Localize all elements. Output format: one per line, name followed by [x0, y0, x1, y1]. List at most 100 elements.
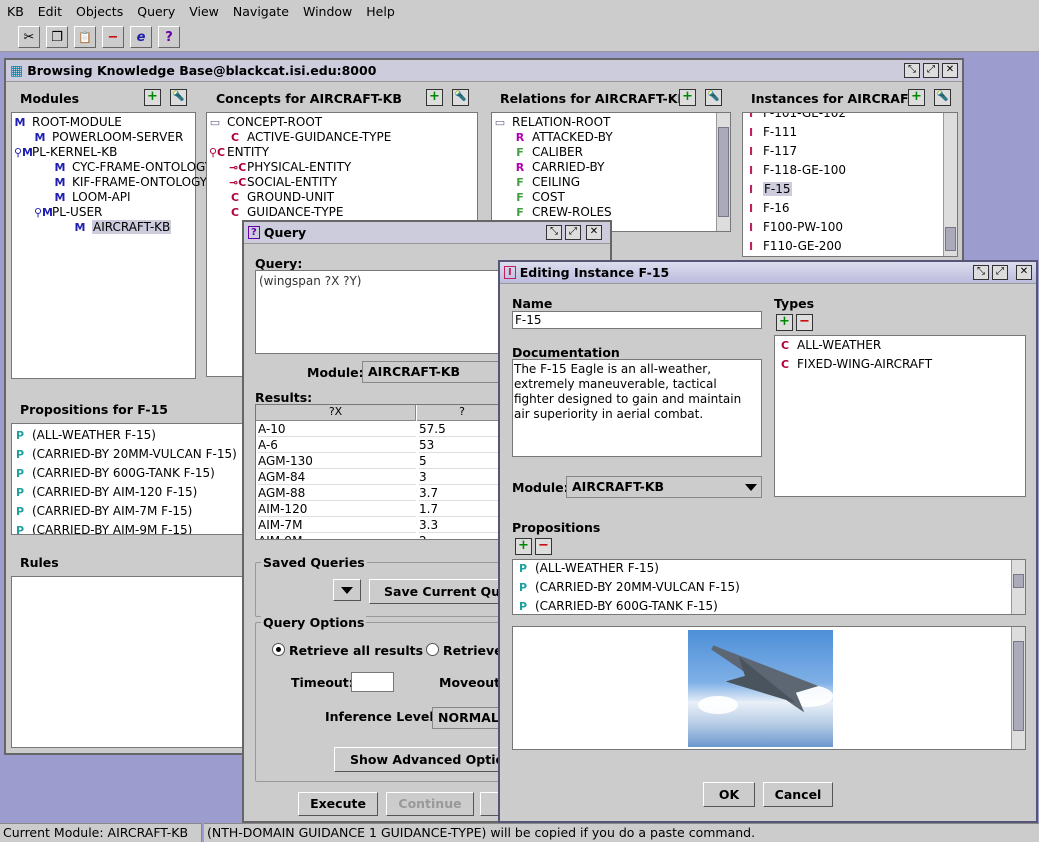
list-item[interactable]: P (CARRIED-BY 600G-TANK F-15) — [14, 466, 215, 481]
result-cell-y[interactable]: 5 — [419, 454, 504, 469]
list-item[interactable]: P (ALL-WEATHER F-15) — [517, 561, 659, 576]
list-item[interactable]: P (CARRIED-BY AIM-120 F-15) — [14, 485, 197, 500]
relations-add-icon[interactable]: + — [679, 89, 696, 106]
tree-item[interactable]: ⊸CPHYSICAL-ENTITY — [229, 160, 351, 175]
column-header[interactable]: ? — [417, 405, 504, 421]
menu-kb[interactable]: KB — [0, 4, 31, 19]
propositions-remove-icon[interactable]: − — [535, 538, 552, 555]
retrieve-all-radio[interactable] — [272, 643, 285, 656]
menu-window[interactable]: Window — [296, 4, 359, 19]
tree-item[interactable]: C GROUND-UNIT — [229, 190, 334, 205]
minimize-icon[interactable]: ⤡ — [546, 225, 562, 240]
query-module-select[interactable]: AIRCRAFT-KB — [362, 361, 507, 383]
list-item-selected[interactable]: I F-15 — [745, 182, 792, 197]
instances-search-icon[interactable]: 🔦 — [934, 89, 951, 106]
tree-item[interactable]: ▭ CONCEPT-ROOT — [209, 115, 322, 130]
tree-item[interactable]: F CALIBER — [514, 145, 583, 160]
list-item[interactable]: P (CARRIED-BY 20MM-VULCAN F-15) — [517, 580, 740, 595]
saved-queries-dropdown[interactable] — [333, 579, 361, 601]
retrieve-some-radio[interactable] — [426, 643, 439, 656]
concepts-add-icon[interactable]: + — [426, 89, 443, 106]
instances-add-icon[interactable]: + — [908, 89, 925, 106]
close-icon[interactable]: ✕ — [586, 225, 602, 240]
editor-propositions-scrollbar[interactable] — [1011, 560, 1025, 614]
result-cell-y[interactable]: 57.5 — [419, 422, 504, 437]
list-item[interactable]: P (CARRIED-BY AIM-9M F-15) — [14, 523, 192, 534]
menu-navigate[interactable]: Navigate — [226, 4, 296, 19]
tree-item[interactable]: M CYC-FRAME-ONTOLOGY — [54, 160, 213, 175]
documentation-textarea[interactable]: The F-15 Eagle is an all-weather, extrem… — [512, 359, 762, 457]
list-item[interactable]: I F110-GE-200 — [745, 239, 842, 254]
list-item[interactable]: I F100-PW-100 — [745, 220, 843, 235]
result-cell-x[interactable]: AGM-88 — [258, 486, 416, 501]
result-cell-y[interactable]: 2 — [419, 534, 504, 539]
result-cell-x[interactable]: AIM-120 — [258, 502, 416, 517]
name-input[interactable]: F-15 — [512, 311, 762, 329]
list-item[interactable]: P (CARRIED-BY 20MM-VULCAN F-15) — [14, 447, 237, 462]
tree-item[interactable]: R ATTACKED-BY — [514, 130, 613, 145]
minimize-icon[interactable]: ⤡ — [973, 265, 989, 280]
list-item[interactable]: C FIXED-WING-AIRCRAFT — [779, 357, 932, 372]
tree-item[interactable]: ▭ RELATION-ROOT — [494, 115, 611, 130]
tree-item[interactable]: M LOOM-API — [54, 190, 131, 205]
menu-edit[interactable]: Edit — [31, 4, 69, 19]
result-cell-x[interactable]: AIM-7M — [258, 518, 416, 533]
types-remove-icon[interactable]: − — [796, 314, 813, 331]
menu-help[interactable]: Help — [359, 4, 402, 19]
paste-icon[interactable]: 📋 — [74, 26, 96, 48]
propositions-add-icon[interactable]: + — [515, 538, 532, 555]
result-cell-x[interactable]: AGM-84 — [258, 470, 416, 485]
help-icon[interactable]: ? — [158, 26, 180, 48]
tree-item-selected[interactable]: M AIRCRAFT-KB — [74, 220, 172, 235]
ok-button[interactable]: OK — [703, 782, 755, 807]
tree-item[interactable]: M KIF-FRAME-ONTOLOGY — [54, 175, 208, 190]
list-item[interactable]: P (CARRIED-BY AIM-7M F-15) — [14, 504, 192, 519]
tree-item[interactable]: C ACTIVE-GUIDANCE-TYPE — [229, 130, 391, 145]
execute-button[interactable]: Execute — [298, 792, 378, 816]
maximize-icon[interactable]: ⤢ — [992, 265, 1008, 280]
list-item[interactable]: I F-118-GE-100 — [745, 163, 846, 178]
save-current-query-button[interactable]: Save Current Query — [369, 579, 505, 604]
tree-item[interactable]: F CEILING — [514, 175, 580, 190]
menu-query[interactable]: Query — [130, 4, 182, 19]
tree-item[interactable]: ⚲MPL-USER — [34, 205, 102, 220]
inference-level-select[interactable]: NORMAL — [432, 707, 507, 729]
cancel-button[interactable]: Cancel — [763, 782, 833, 807]
relations-search-icon[interactable]: 🔦 — [705, 89, 722, 106]
modules-search-icon[interactable]: 🔦 — [170, 89, 187, 106]
continue-button[interactable]: Continue — [386, 792, 474, 816]
list-item[interactable]: I F-16 — [745, 201, 790, 216]
concepts-search-icon[interactable]: 🔦 — [452, 89, 469, 106]
result-cell-x[interactable]: AGM-130 — [258, 454, 416, 469]
result-cell-y[interactable]: 3.3 — [419, 518, 504, 533]
list-item[interactable]: C ALL-WEATHER — [779, 338, 881, 353]
list-item[interactable]: I F-101-GE-102 — [745, 113, 846, 121]
minimize-icon[interactable]: ⤡ — [904, 63, 920, 78]
result-cell-x[interactable]: A-6 — [258, 438, 416, 453]
tree-item[interactable]: ⊸CSOCIAL-ENTITY — [229, 175, 337, 190]
list-item[interactable]: I F-117 — [745, 144, 797, 159]
result-cell-x[interactable]: AIM-9M — [258, 534, 416, 539]
relations-scrollbar[interactable] — [716, 113, 730, 231]
instances-scrollbar[interactable] — [943, 113, 957, 256]
tree-item[interactable]: ⚲C ENTITY — [209, 145, 269, 160]
maximize-icon[interactable]: ⤢ — [565, 225, 581, 240]
result-cell-y[interactable]: 1.7 — [419, 502, 504, 517]
result-cell-y[interactable]: 3 — [419, 470, 504, 485]
list-item[interactable]: P (CARRIED-BY 600G-TANK F-15) — [517, 599, 718, 614]
close-icon[interactable]: ✕ — [1016, 265, 1032, 280]
delete-icon[interactable]: − — [102, 26, 124, 48]
cut-icon[interactable]: ✂ — [18, 26, 40, 48]
modules-add-icon[interactable]: + — [144, 89, 161, 106]
result-cell-y[interactable]: 53 — [419, 438, 504, 453]
menu-objects[interactable]: Objects — [69, 4, 130, 19]
tree-item[interactable]: M ROOT-MODULE — [14, 115, 122, 130]
tree-item[interactable]: F CREW-ROLES — [514, 205, 611, 220]
result-cell-y[interactable]: 3.7 — [419, 486, 504, 501]
editor-module-select[interactable]: AIRCRAFT-KB — [566, 476, 762, 498]
timeout-input[interactable] — [351, 672, 394, 692]
types-add-icon[interactable]: + — [776, 314, 793, 331]
list-item[interactable]: I F-111 — [745, 125, 797, 140]
tree-item[interactable]: R CARRIED-BY — [514, 160, 605, 175]
tree-item[interactable]: F COST — [514, 190, 565, 205]
